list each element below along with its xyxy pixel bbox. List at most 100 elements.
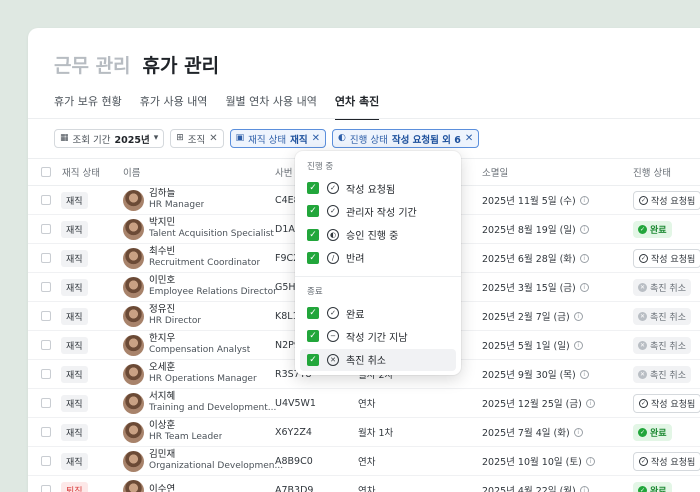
expire-date: 2025년 3월 15일 (금) [482, 283, 576, 294]
status-badge: ✕ 촉진 취소 [633, 365, 691, 383]
info-icon[interactable]: i [579, 369, 589, 379]
status-option[interactable]: ✓ − 작성 기간 지남 [300, 325, 456, 347]
select-all-checkbox[interactable] [41, 167, 51, 177]
info-icon[interactable]: i [579, 195, 589, 205]
minus-circle-icon: − [327, 330, 339, 343]
employee-role: HR Operations Manager [149, 374, 257, 385]
status-icon: ✕ [638, 311, 647, 321]
table-row[interactable]: 재직 김민재 Organizational Developmen... A8B9C0 연… [28, 447, 700, 476]
row-checkbox[interactable] [41, 224, 51, 234]
status-option[interactable]: ✓ ✓ 작성 요청됨 [300, 177, 456, 199]
expire-date: 2025년 8월 19일 (일) [482, 225, 576, 236]
col-employment[interactable]: 재직 상태 [62, 159, 100, 185]
status-option[interactable]: ✓ ✓ 완료 [300, 302, 456, 324]
row-checkbox[interactable] [41, 340, 51, 350]
checkbox-checked-icon[interactable]: ✓ [307, 182, 319, 194]
progress-status-dropdown: 진행 중 ✓ ✓ 작성 요청됨 ✓ ✓ 관리자 작성 기간 ✓ ◐ 승인 진행 중 ✓ / 반려 종료… [295, 151, 461, 375]
leave-type: 월차 1차 [358, 428, 394, 439]
filter-period-value: 2025년 [114, 134, 150, 146]
row-checkbox[interactable] [41, 253, 51, 263]
employee-number: X6Y2Z4 [275, 426, 312, 438]
employee-name[interactable]: 박지민 [149, 217, 274, 229]
checkbox-checked-icon[interactable]: ✓ [307, 353, 319, 366]
employee-name[interactable]: 서지혜 [149, 391, 276, 403]
employee-name[interactable]: 오세훈 [149, 362, 257, 374]
row-checkbox[interactable] [41, 369, 51, 379]
employee-name[interactable]: 이수연 [149, 484, 175, 492]
row-checkbox[interactable] [41, 311, 51, 321]
col-status[interactable]: 진행 상태 [633, 159, 671, 185]
filter-progress-value: 작성 요청됨 외 6 [391, 134, 461, 146]
row-checkbox[interactable] [41, 195, 51, 205]
col-name[interactable]: 이름 [123, 159, 140, 185]
filter-employment[interactable]: ▣ 재직 상태 재직 ✕ [229, 129, 327, 148]
row-checkbox[interactable] [41, 427, 51, 437]
employee-name[interactable]: 한지우 [149, 333, 250, 345]
tab-monthly-usage[interactable]: 월별 연차 사용 내역 [225, 93, 316, 120]
checkbox-checked-icon[interactable]: ✓ [307, 251, 319, 264]
breadcrumb-work-management[interactable]: 근무 관리 [54, 51, 131, 78]
employee-name[interactable]: 이민호 [149, 275, 277, 287]
status-icon: ✕ [638, 369, 647, 379]
expire-date: 2025년 7월 4일 (화) [482, 428, 570, 439]
info-icon[interactable]: i [579, 224, 589, 234]
filter-progress[interactable]: ◐ 진행 상태 작성 요청됨 외 6 ✕ [332, 129, 480, 148]
employee-role: Compensation Analyst [149, 345, 251, 356]
tab-leave-balance[interactable]: 휴가 보유 현황 [54, 93, 122, 120]
close-icon[interactable]: ✕ [209, 133, 217, 144]
leave-type: 연차 [358, 457, 376, 468]
employee-name[interactable]: 정유진 [149, 304, 201, 316]
info-icon[interactable]: i [573, 311, 583, 321]
col-emp-no[interactable]: 사번 [275, 159, 292, 185]
checkbox-checked-icon[interactable]: ✓ [307, 330, 319, 343]
status-option[interactable]: ✓ ◐ 승인 진행 중 [300, 224, 456, 246]
status-option-label: 촉진 취소 [346, 356, 386, 368]
info-icon[interactable]: i [579, 253, 589, 263]
close-icon[interactable]: ✕ [312, 133, 320, 144]
row-checkbox[interactable] [41, 485, 51, 492]
info-icon[interactable]: i [579, 485, 589, 492]
employee-name[interactable]: 김민재 [149, 449, 283, 461]
section-in-progress: 진행 중 [307, 162, 334, 172]
status-icon: ✓ [638, 427, 647, 437]
tab-bar: 휴가 보유 현황 휴가 사용 내역 월별 연차 사용 내역 연차 촉진 [54, 93, 380, 120]
row-checkbox[interactable] [41, 398, 51, 408]
avatar [123, 363, 144, 385]
status-option[interactable]: ✓ ✕ 촉진 취소 [300, 348, 456, 371]
tab-leave-promotion[interactable]: 연차 촉진 [334, 93, 380, 120]
status-badge: ✓ 작성 요청됨 [633, 190, 700, 210]
tab-leave-usage[interactable]: 휴가 사용 내역 [140, 93, 208, 120]
info-icon[interactable]: i [579, 282, 589, 292]
info-icon[interactable]: i [573, 340, 583, 350]
employee-name[interactable]: 최수빈 [149, 246, 260, 258]
employee-role: HR Team Leader [149, 432, 223, 443]
employee-role: Training and Development... [149, 403, 277, 414]
filter-org[interactable]: ⊞ 조직 ✕ [170, 129, 224, 148]
status-option[interactable]: ✓ / 반려 [300, 247, 456, 269]
employee-name[interactable]: 김하늘 [149, 188, 204, 200]
filter-period-label: 조회 기간 [72, 134, 111, 146]
info-icon[interactable]: i [585, 398, 595, 408]
checkbox-checked-icon[interactable]: ✓ [307, 307, 319, 319]
row-checkbox[interactable] [41, 282, 51, 292]
employment-badge: 재직 [61, 249, 88, 267]
checkbox-checked-icon[interactable]: ✓ [307, 205, 319, 218]
avatar [123, 479, 144, 492]
col-expire[interactable]: 소멸일 [482, 159, 508, 185]
half-circle-icon: ◐ [338, 133, 346, 143]
checkbox-checked-icon[interactable]: ✓ [307, 228, 319, 241]
info-icon[interactable]: i [573, 427, 583, 437]
avatar [123, 218, 144, 240]
table-row[interactable]: 퇴직 이수연 A7B3D9 연차 2025년 4월 22일 (월) i ✓ 완료 [28, 476, 700, 492]
status-option[interactable]: ✓ ✓ 관리자 작성 기간 [300, 200, 456, 222]
employee-role: Employee Relations Director [149, 287, 277, 298]
table-row[interactable]: 재직 이상훈 HR Team Leader X6Y2Z4 월차 1차 2025년 7월 4… [28, 418, 700, 447]
table-row[interactable]: 재직 서지혜 Training and Development... U4V5W1 연차… [28, 389, 700, 418]
filter-period[interactable]: ▦ 조회 기간 2025년 ▾ [54, 129, 165, 148]
info-icon[interactable]: i [585, 456, 595, 466]
employee-name[interactable]: 이상훈 [149, 420, 222, 432]
row-checkbox[interactable] [41, 456, 51, 466]
close-icon[interactable]: ✕ [465, 133, 473, 144]
status-label: 완료 [650, 225, 667, 236]
employee-role: Talent Acquisition Specialist [149, 229, 274, 240]
